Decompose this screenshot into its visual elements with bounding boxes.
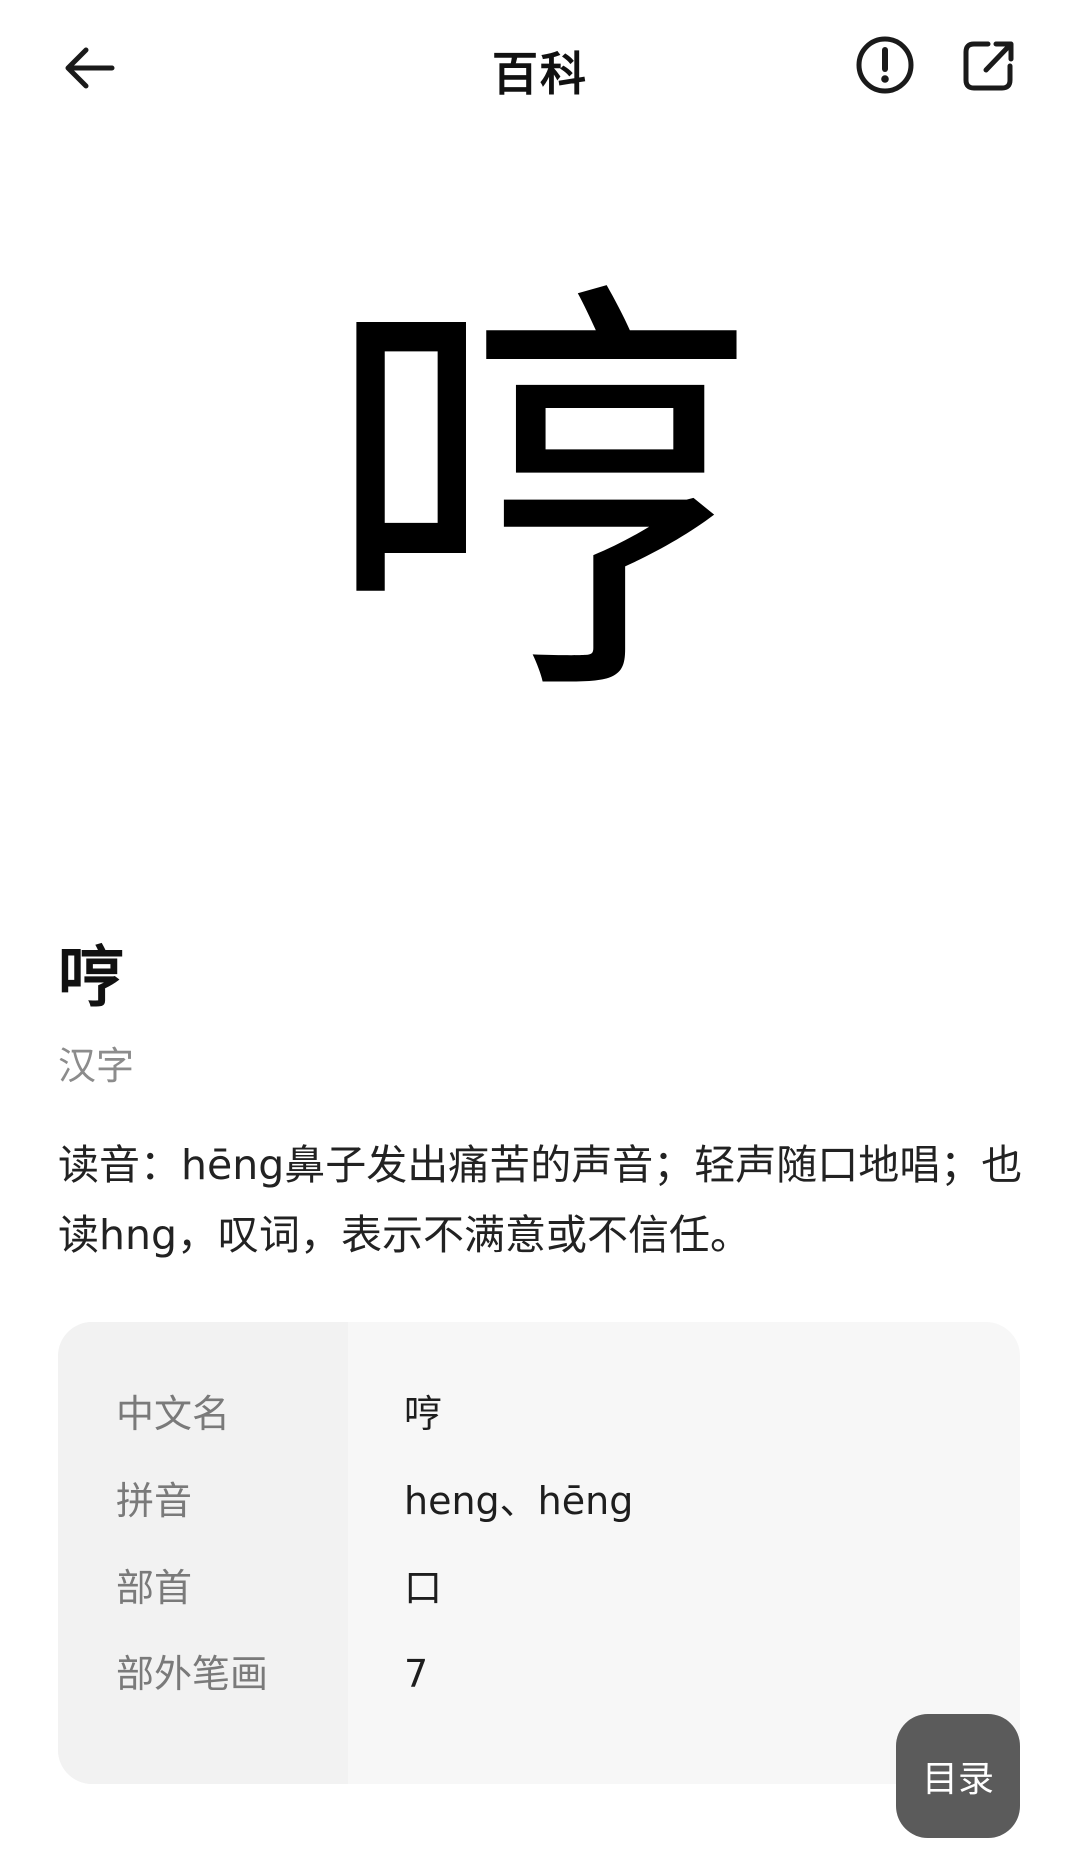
info-value: heng、hēng: [404, 1479, 634, 1523]
entry-summary: 读音：hēng鼻子发出痛苦的声音；轻声随口地唱；也读hng，叹词，表示不满意或不…: [58, 1141, 1023, 1259]
top-bar: 百科: [0, 0, 1080, 140]
info-label: 中文名: [116, 1392, 231, 1436]
info-value: 哼: [404, 1392, 443, 1436]
exclamation-circle-icon: [856, 36, 914, 94]
report-button[interactable]: [852, 32, 918, 98]
share-button[interactable]: [956, 34, 1020, 98]
page-title: 百科: [492, 47, 588, 101]
info-label: 拼音: [116, 1479, 193, 1523]
info-row-radical: 部首 口: [58, 1560, 1020, 1620]
info-value: 7: [404, 1652, 429, 1696]
info-row-pinyin: 拼音 heng、hēng: [58, 1473, 1020, 1533]
hero-character: 哼: [325, 250, 755, 750]
entry-title: 哼: [58, 939, 124, 1016]
info-label: 部首: [116, 1566, 193, 1610]
info-value: 口: [404, 1566, 443, 1610]
info-label: 部外笔画: [116, 1652, 269, 1696]
entry-subtitle: 汉字: [58, 1044, 135, 1088]
toc-button[interactable]: 目录: [896, 1714, 1020, 1838]
hero-character-image: 哼: [0, 200, 1080, 800]
info-row-stroke-count: 部外笔画 7: [58, 1646, 1020, 1706]
share-external-icon: [963, 41, 1014, 91]
info-card: 中文名 哼 拼音 heng、hēng 部首 口 部外笔画 7: [58, 1322, 1020, 1784]
info-row-chinese-name: 中文名 哼: [58, 1386, 1020, 1446]
